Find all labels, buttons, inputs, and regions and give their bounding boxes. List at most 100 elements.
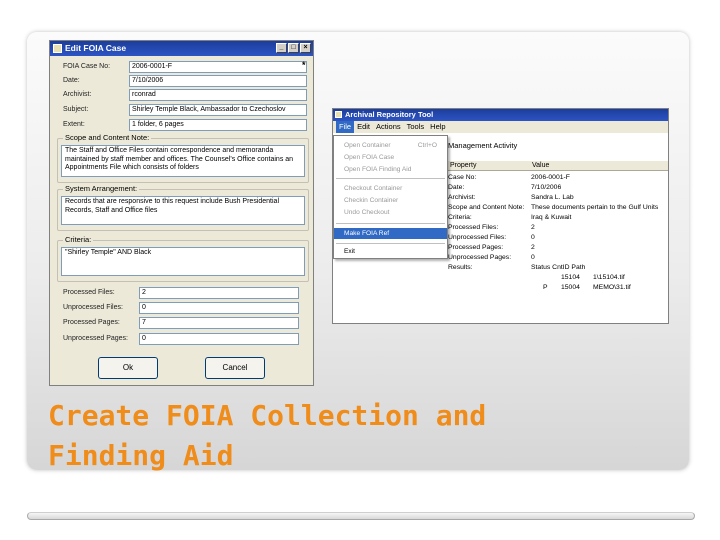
- row-property: Criteria:: [448, 214, 472, 221]
- menu-item-open-foia-finding-aid[interactable]: Open FOIA Finding Aid: [334, 164, 447, 175]
- slide-title: Create FOIA Collection and Finding Aid: [48, 396, 648, 476]
- app-icon: [335, 111, 342, 118]
- scope-content-textarea[interactable]: The Staff and Office Files contain corre…: [61, 145, 305, 177]
- edit-foia-case-dialog: Edit FOIA Case _ □ × FOIA Case No: 2006-…: [49, 40, 314, 386]
- system-arrangement-textarea[interactable]: Records that are responsive to this requ…: [61, 196, 305, 225]
- menu-item-label: Checkout Container: [344, 185, 403, 192]
- tab-management-activity[interactable]: Management Activity: [448, 141, 517, 150]
- dialog-title-bar[interactable]: Edit FOIA Case _ □ ×: [50, 41, 313, 56]
- grid-row[interactable]: Processed Pages: 2: [448, 243, 668, 252]
- close-button[interactable]: ×: [300, 43, 311, 53]
- required-marker: *: [302, 60, 306, 70]
- subject-input[interactable]: Shirley Temple Black, Ambassador to Czec…: [129, 104, 307, 116]
- date-input[interactable]: 7/10/2006: [129, 75, 307, 87]
- menu-item-label: Exit: [344, 248, 355, 255]
- system-arrangement-label: System Arrangement:: [63, 184, 140, 193]
- grid-row[interactable]: Date: 7/10/2006: [448, 183, 668, 192]
- menu-item-exit[interactable]: Exit: [334, 246, 447, 257]
- window-title-bar[interactable]: Archival Repository Tool: [333, 109, 668, 121]
- row-property: Results:: [448, 264, 473, 271]
- property-grid-header: Property Value: [448, 161, 668, 171]
- scope-content-label: Scope and Content Note:: [63, 133, 152, 142]
- row-value: 0: [531, 254, 535, 261]
- menu-item-undo-checkout[interactable]: Undo Checkout: [334, 207, 447, 218]
- result-row[interactable]: P 15004 MEMO\31.tif: [448, 283, 668, 292]
- result-row[interactable]: 15104 1\15104.tif: [448, 273, 668, 282]
- row-property: Processed Pages:: [448, 244, 504, 251]
- menu-item-checkin-container[interactable]: Checkin Container: [334, 195, 447, 206]
- menu-file[interactable]: File: [336, 121, 355, 133]
- row-property: Date:: [448, 184, 465, 191]
- criteria-group: Criteria: "Shirley Temple" AND Black: [57, 235, 309, 282]
- menu-item-label: Undo Checkout: [344, 209, 390, 216]
- processed-files-input[interactable]: 2: [139, 287, 299, 299]
- app-icon: [53, 44, 62, 53]
- result-path: MEMO\31.tif: [593, 284, 631, 291]
- window-title: Archival Repository Tool: [345, 110, 434, 119]
- row-property: Processed Files:: [448, 224, 499, 231]
- menu-edit[interactable]: Edit: [354, 121, 373, 133]
- unprocessed-files-input[interactable]: 0: [139, 302, 299, 314]
- maximize-button[interactable]: □: [288, 43, 299, 53]
- row-property: Unprocessed Files:: [448, 234, 507, 241]
- grid-row[interactable]: Scope and Content Note: These documents …: [448, 203, 668, 212]
- dialog-title: Edit FOIA Case: [65, 43, 127, 53]
- menu-help[interactable]: Help: [427, 121, 448, 133]
- grid-row[interactable]: Unprocessed Files: 0: [448, 233, 668, 242]
- processed-pages-input[interactable]: 7: [139, 317, 299, 329]
- file-menu-dropdown: Open Container Ctrl+O Open FOIA Case Ope…: [333, 135, 448, 259]
- menu-item-label: Checkin Container: [344, 197, 399, 204]
- unprocessed-pages-input[interactable]: 0: [139, 333, 299, 345]
- archivist-input[interactable]: rconrad: [129, 89, 307, 101]
- case-no-label: FOIA Case No:: [63, 63, 111, 70]
- grid-row[interactable]: Case No: 2006-0001-F: [448, 173, 668, 182]
- row-value: 7/10/2006: [531, 184, 562, 191]
- menu-item-make-foia-ref[interactable]: Make FOIA Ref: [334, 228, 447, 239]
- processed-pages-label: Processed Pages:: [63, 319, 120, 326]
- slide-footer-bar: [27, 512, 695, 520]
- menu-item-label: Open Container: [344, 142, 391, 149]
- row-property: Case No:: [448, 174, 477, 181]
- row-property: Unprocessed Pages:: [448, 254, 512, 261]
- row-value: 2: [531, 244, 535, 251]
- grid-row[interactable]: Unprocessed Pages: 0: [448, 253, 668, 262]
- minimize-button[interactable]: _: [276, 43, 287, 53]
- row-value: These documents pertain to the Gulf Unit…: [531, 204, 659, 211]
- result-cntid: 15104: [561, 274, 580, 281]
- menu-separator: [336, 178, 445, 179]
- menu-item-checkout-container[interactable]: Checkout Container: [334, 183, 447, 194]
- menu-item-label: Open FOIA Finding Aid: [344, 166, 412, 173]
- criteria-textarea[interactable]: "Shirley Temple" AND Black: [61, 247, 305, 276]
- row-value: 2: [531, 224, 535, 231]
- row-value: 2006-0001-F: [531, 174, 570, 181]
- grid-row[interactable]: Archivist: Sandra L. Lab: [448, 193, 668, 202]
- menu-item-label: Make FOIA Ref: [344, 230, 390, 237]
- menu-bar: File Edit Actions Tools Help: [333, 121, 668, 133]
- menu-item-open-container[interactable]: Open Container Ctrl+O: [334, 140, 447, 151]
- archivist-label: Archivist:: [63, 91, 92, 98]
- menu-tools[interactable]: Tools: [404, 121, 428, 133]
- date-label: Date:: [63, 77, 80, 84]
- case-no-input[interactable]: 2006-0001-F: [129, 61, 307, 73]
- column-header-property[interactable]: Property: [450, 161, 476, 171]
- scope-content-group: Scope and Content Note: The Staff and Of…: [57, 133, 309, 183]
- criteria-label: Criteria:: [63, 235, 94, 244]
- cancel-button[interactable]: Cancel: [205, 357, 265, 379]
- unprocessed-pages-label: Unprocessed Pages:: [63, 335, 128, 342]
- grid-row[interactable]: Criteria: Iraq & Kuwait: [448, 213, 668, 222]
- column-header-value[interactable]: Value: [532, 161, 549, 171]
- grid-row[interactable]: Results: Status CntID Path: [448, 263, 668, 272]
- slide-title-line-2: Finding Aid: [48, 439, 234, 472]
- grid-row[interactable]: Processed Files: 2: [448, 223, 668, 232]
- menu-actions[interactable]: Actions: [373, 121, 404, 133]
- extent-input[interactable]: 1 folder, 6 pages: [129, 119, 307, 131]
- menu-item-open-foia-case[interactable]: Open FOIA Case: [334, 152, 447, 163]
- slide-title-line-1: Create FOIA Collection and: [48, 399, 487, 432]
- row-value: Iraq & Kuwait: [531, 214, 572, 221]
- menu-item-label: Open FOIA Case: [344, 154, 395, 161]
- result-cntid: 15004: [561, 284, 580, 291]
- ok-button[interactable]: Ok: [98, 357, 158, 379]
- row-property: Archivist:: [448, 194, 476, 201]
- row-property: Scope and Content Note:: [448, 204, 525, 211]
- menu-separator: [336, 243, 445, 244]
